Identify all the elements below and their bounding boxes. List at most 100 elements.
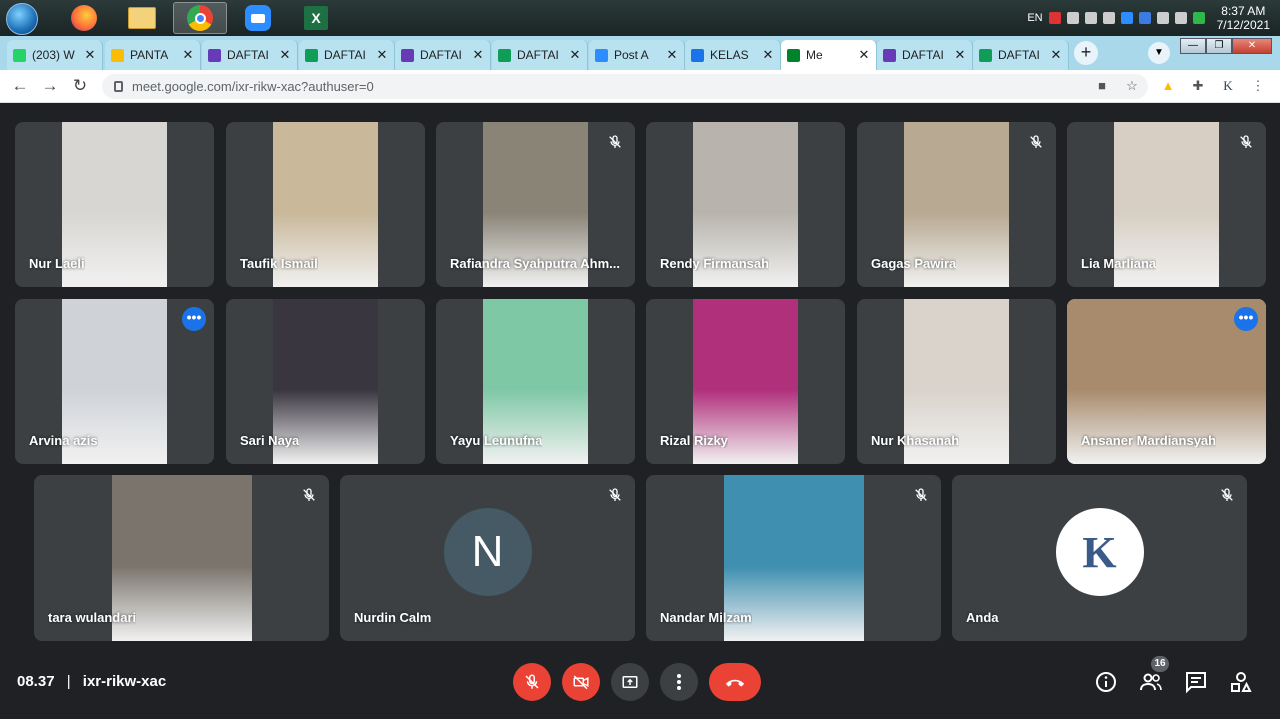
participant-grid: Nur Laeli Taufik Ismail Rafiandra Syahputr… [0,104,1280,649]
tab-close-icon[interactable]: ✕ [84,47,96,63]
participant-tile[interactable]: Lia Marliana [1067,122,1266,287]
system-tray: EN 8:37 AM 7/12/2021 [1027,0,1280,36]
back-arrow-icon[interactable]: ← [10,76,30,96]
participant-tile[interactable]: Nur Khasanah [857,299,1056,464]
tray-icon[interactable] [1066,12,1079,24]
participant-tile[interactable]: Ansaner Mardiansyah ••• [1067,299,1266,464]
zoom-tray-icon[interactable] [1120,12,1133,24]
start-button[interactable] [6,3,38,35]
browser-tab[interactable]: DAFTAI ✕ [202,40,298,70]
url-field[interactable]: meet.google.com/ixr-rikw-xac?authuser=0 [102,74,1148,99]
hang-up-icon [725,679,745,687]
tab-close-icon[interactable]: ✕ [376,47,388,63]
extensions-puzzle-icon[interactable]: ✚ [1190,78,1206,94]
tab-title: (203) W [32,48,75,62]
volume-icon[interactable] [1174,12,1187,24]
browser-tab[interactable]: DAFTAI ✕ [973,40,1069,70]
participant-tile[interactable]: tara wulandari [34,475,329,641]
tray-icon[interactable] [1156,12,1169,24]
tab-close-icon[interactable]: ✕ [762,47,774,63]
mic-muted-icon [609,488,621,501]
tab-close-icon[interactable]: ✕ [472,47,484,63]
reload-icon[interactable]: ↻ [70,76,90,96]
file-explorer-icon[interactable] [115,2,169,34]
google-drive-icon[interactable]: ▲ [1160,78,1176,94]
browser-tab[interactable]: Me ✕ [781,40,877,70]
more-options-icon[interactable]: ••• [1234,307,1258,331]
zoom-icon[interactable] [231,2,285,34]
profile-k-icon[interactable]: K [1220,78,1236,94]
firefox-icon[interactable] [57,2,111,34]
bluetooth-icon[interactable] [1138,12,1151,24]
chrome-icon[interactable] [173,2,227,34]
participant-name: Nandar Milzam [660,610,752,625]
browser-tab[interactable]: DAFTAI ✕ [299,40,395,70]
tab-close-icon[interactable]: ✕ [954,47,966,63]
browser-tab[interactable]: PANTA ✕ [105,40,201,70]
leave-call-button[interactable] [709,663,761,701]
participant-tile[interactable]: Nur Laeli [15,122,214,287]
participant-tile[interactable]: Taufik Ismail [226,122,425,287]
present-screen-button[interactable] [611,663,649,701]
participant-tile[interactable]: Rendy Firmansah [646,122,845,287]
participant-tile[interactable]: Nandar Milzam [646,475,941,641]
minimize-button[interactable]: — [1180,38,1206,54]
tab-favicon-icon [111,48,124,62]
browser-tab[interactable]: DAFTAI ✕ [877,40,973,70]
browser-tab[interactable]: Post A ✕ [589,40,685,70]
clock[interactable]: 8:37 AM 7/12/2021 [1217,4,1270,32]
mic-off-icon [525,674,539,689]
tray-icon[interactable] [1192,12,1205,24]
participant-avatar: N [443,508,532,596]
language-indicator[interactable]: EN [1027,12,1042,24]
participant-tile[interactable]: Gagas Pawira [857,122,1056,287]
tab-close-icon[interactable]: ✕ [182,47,194,63]
close-window-button[interactable]: ✕ [1232,38,1272,54]
microphone-off-button[interactable] [513,663,551,701]
participant-tile[interactable]: Sari Naya [226,299,425,464]
chat-icon[interactable] [1184,670,1208,694]
participant-name: Nurdin Calm [354,610,432,625]
participant-name: Rafiandra Syahputra Ahm... [450,256,620,271]
tab-close-icon[interactable]: ✕ [279,47,291,63]
tab-title: Post A [614,48,649,62]
participant-tile[interactable]: Rizal Rizky [646,299,845,464]
activities-icon[interactable] [1229,670,1253,694]
browser-tab[interactable]: DAFTAI ✕ [492,40,588,70]
participant-tile[interactable]: N Nurdin Calm [340,475,635,641]
tab-close-icon[interactable]: ✕ [666,47,678,63]
participant-tile[interactable]: Arvina azis ••• [15,299,214,464]
url-text: meet.google.com/ixr-rikw-xac?authuser=0 [132,79,374,94]
browser-tab[interactable]: KELAS ✕ [685,40,781,70]
meeting-controls-bar: 08.37 | ixr-rikw-xac 16 [0,650,1280,719]
tab-favicon-icon [305,48,318,62]
camera-off-button[interactable] [562,663,600,701]
participant-tile[interactable]: Rafiandra Syahputra Ahm... [436,122,635,287]
signal-icon[interactable] [1084,12,1097,24]
maximize-button[interactable]: ❐ [1206,38,1232,54]
tray-icon[interactable] [1048,12,1061,24]
bookmark-star-icon[interactable]: ☆ [1124,78,1140,94]
people-icon[interactable] [1139,670,1163,694]
more-vert-icon [677,674,681,690]
tab-close-icon[interactable]: ✕ [858,47,870,63]
browser-tab[interactable]: (203) W ✕ [7,40,103,70]
more-options-button[interactable] [660,663,698,701]
participant-tile[interactable]: K Anda [952,475,1247,641]
tab-title: DAFTAI [227,48,269,62]
forward-arrow-icon[interactable]: → [40,76,60,96]
menu-kebab-icon[interactable]: ⋮ [1250,78,1266,94]
tab-close-icon[interactable]: ✕ [1050,47,1062,63]
new-tab-button[interactable]: + [1074,41,1098,65]
tab-search-icon[interactable]: ▼ [1148,42,1170,64]
tab-close-icon[interactable]: ✕ [569,47,581,63]
excel-icon[interactable]: X [289,2,343,34]
flag-icon[interactable] [1102,12,1115,24]
tab-favicon-icon [595,48,608,62]
tab-title: DAFTAI [902,48,944,62]
more-options-icon[interactable]: ••• [182,307,206,331]
browser-tab[interactable]: DAFTAI ✕ [395,40,491,70]
meeting-details-info-icon[interactable] [1094,670,1118,694]
camera-icon[interactable]: ■ [1094,78,1110,94]
participant-tile[interactable]: Yayu Leunufna [436,299,635,464]
